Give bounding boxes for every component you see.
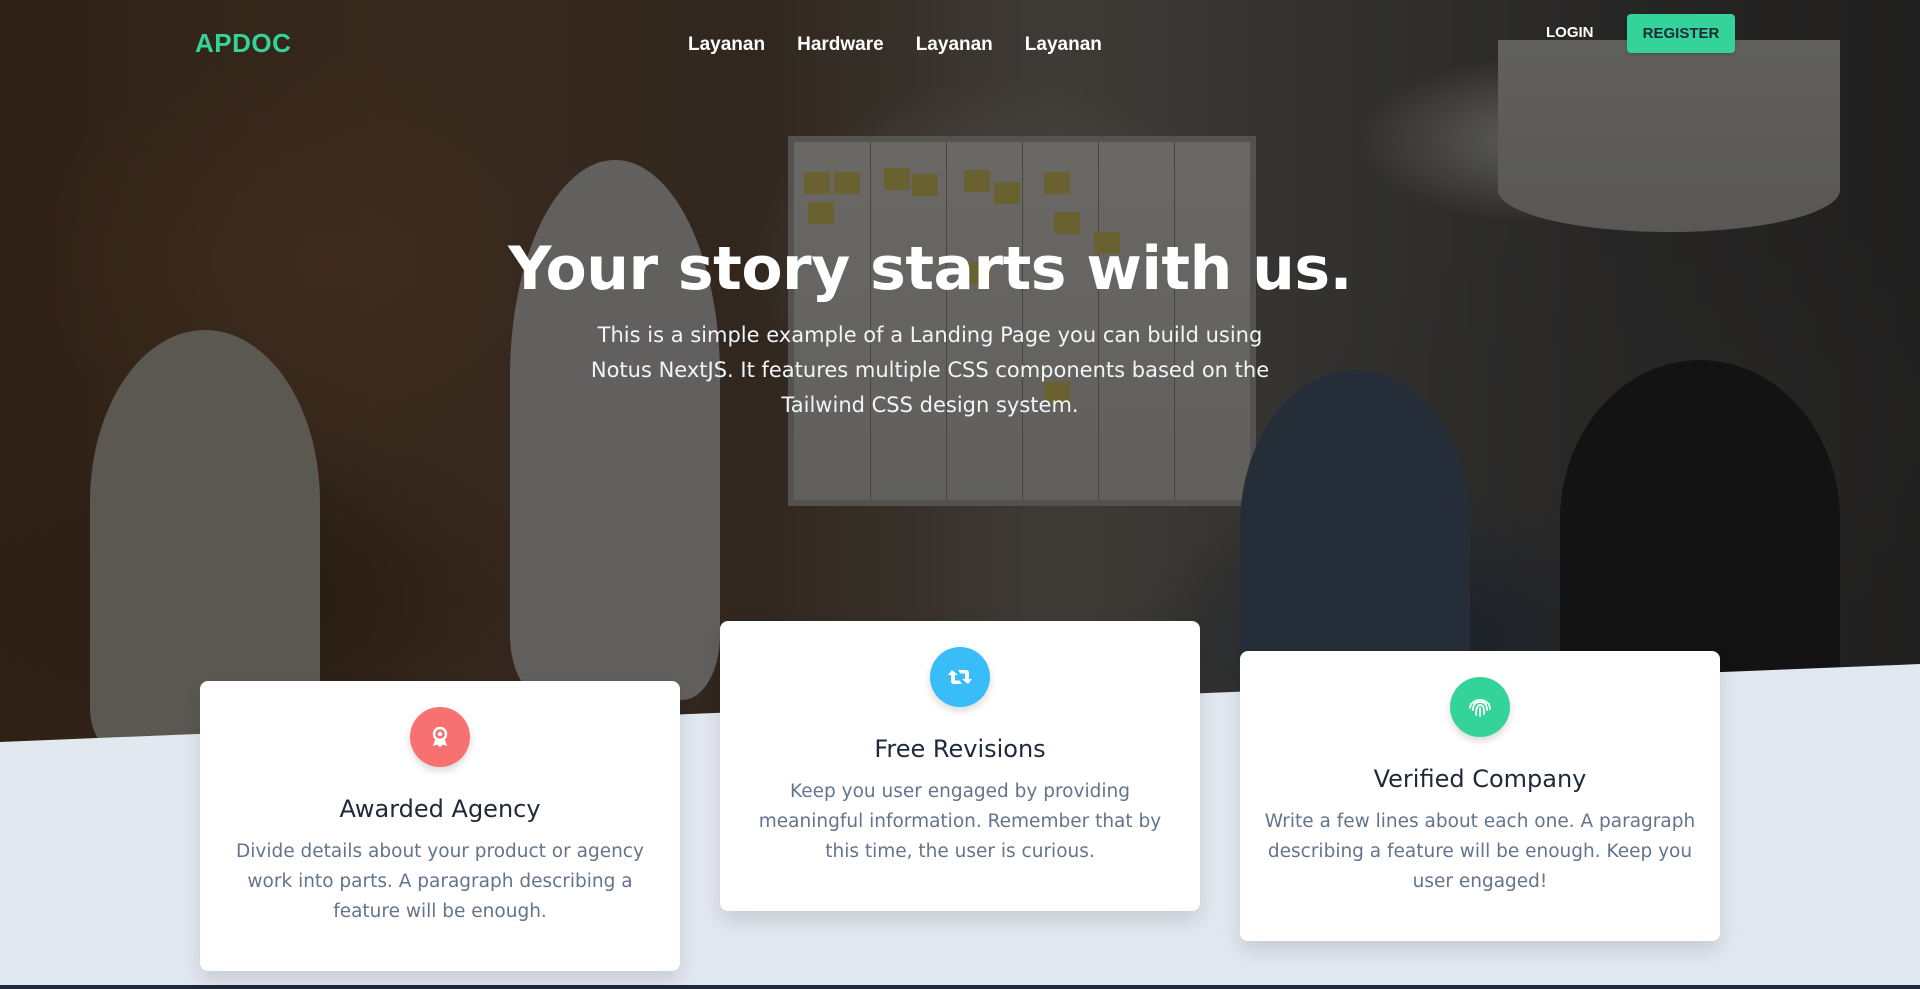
feature-card-awarded-agency: Awarded Agency Divide details about your… bbox=[200, 681, 680, 971]
brand-logo[interactable]: APDOC bbox=[195, 28, 291, 59]
feature-description: Write a few lines about each one. A para… bbox=[1264, 811, 1696, 892]
feature-title: Awarded Agency bbox=[339, 795, 541, 823]
feature-card-free-revisions: Free Revisions Keep you user engaged by … bbox=[720, 621, 1200, 911]
top-navbar: APDOC Layanan Hardware Layanan Layanan L… bbox=[0, 0, 1920, 90]
feature-description: Keep you user engaged by providing meani… bbox=[758, 781, 1162, 862]
bottom-edge-line bbox=[0, 985, 1920, 989]
login-link[interactable]: LOGIN bbox=[1546, 24, 1594, 41]
fingerprint-icon bbox=[1450, 677, 1510, 737]
feature-title: Free Revisions bbox=[874, 735, 1046, 763]
hero-title: Your story starts with us. bbox=[508, 234, 1352, 304]
nav-link-layanan-3[interactable]: Layanan bbox=[1009, 30, 1118, 60]
feature-description: Divide details about your product or age… bbox=[236, 841, 644, 922]
hero-subtitle: This is a simple example of a Landing Pa… bbox=[590, 323, 1270, 417]
feature-title: Verified Company bbox=[1373, 765, 1587, 793]
nav-links: Layanan Hardware Layanan Layanan bbox=[672, 30, 1118, 60]
nav-link-layanan-1[interactable]: Layanan bbox=[672, 30, 781, 60]
feature-card-verified-company: Verified Company Write a few lines about… bbox=[1240, 651, 1720, 941]
nav-link-layanan-2[interactable]: Layanan bbox=[900, 30, 1009, 60]
landing-page: APDOC Layanan Hardware Layanan Layanan L… bbox=[0, 0, 1920, 989]
retweet-icon bbox=[930, 647, 990, 707]
nav-link-hardware[interactable]: Hardware bbox=[781, 30, 900, 60]
award-icon bbox=[410, 707, 470, 767]
register-button[interactable]: REGISTER bbox=[1627, 14, 1735, 53]
